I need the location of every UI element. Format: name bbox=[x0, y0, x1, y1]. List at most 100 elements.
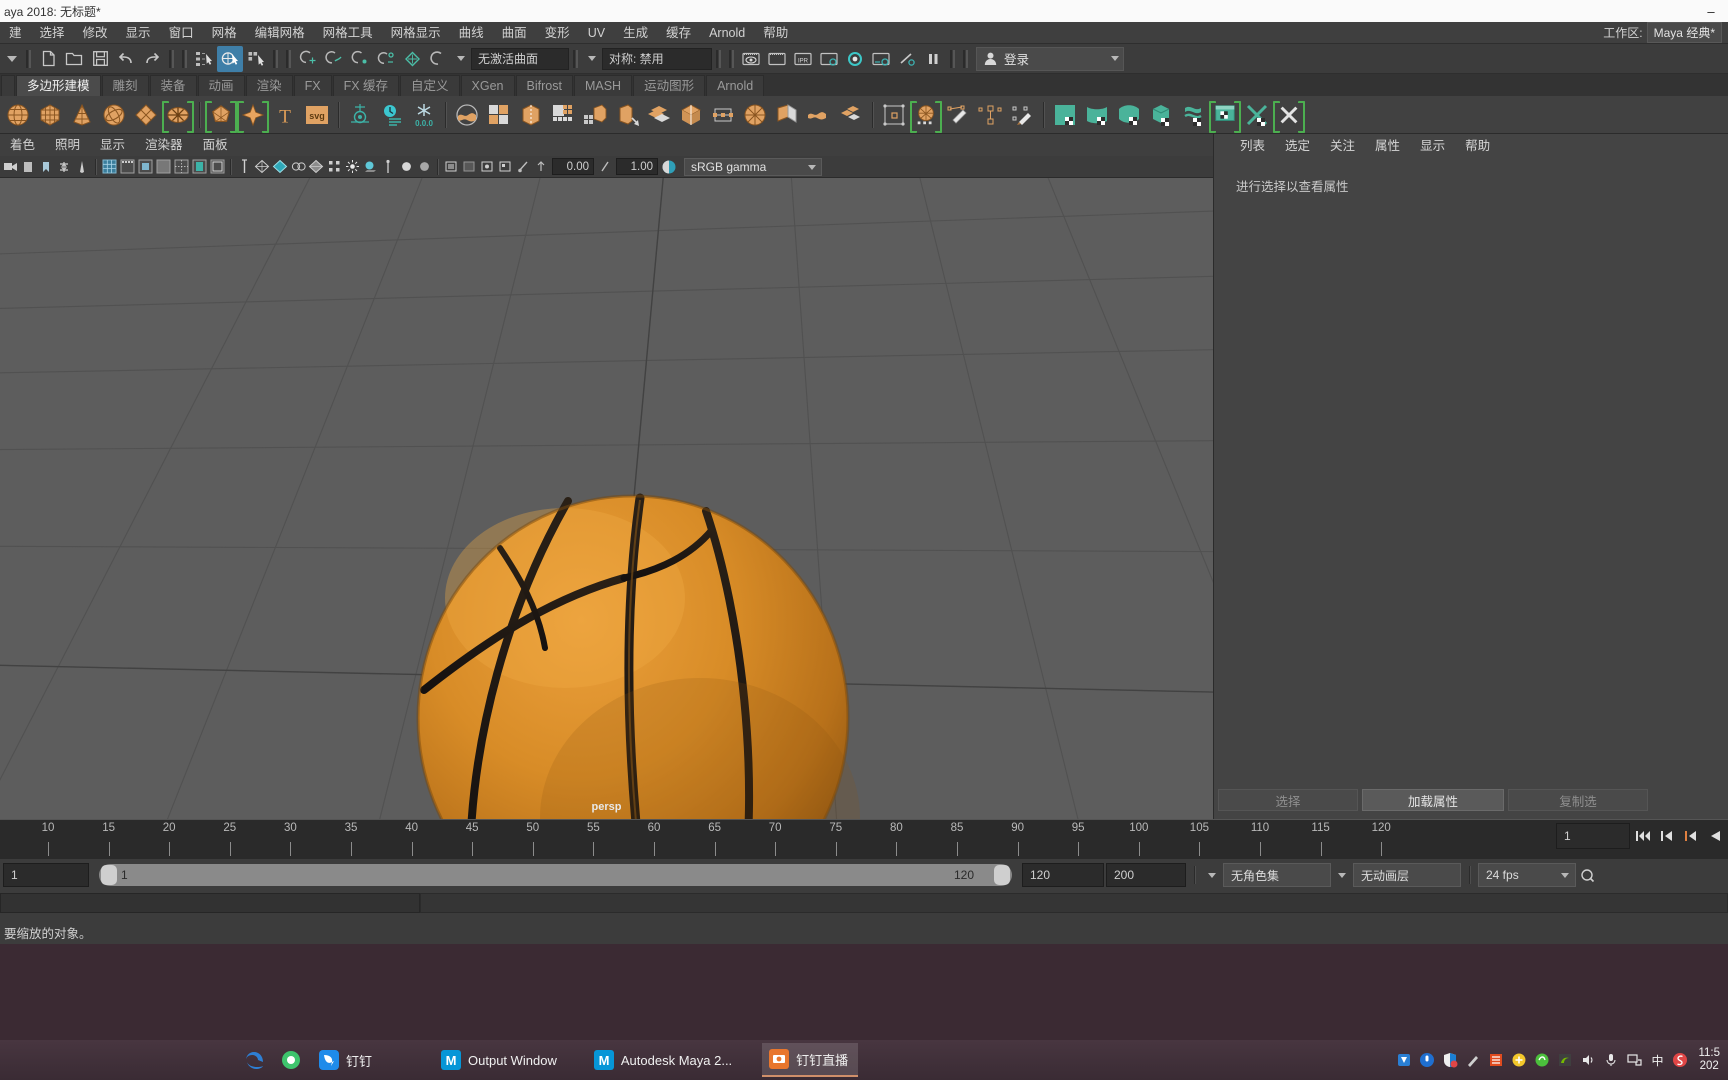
extract-icon[interactable] bbox=[515, 98, 547, 132]
image-plane-icon[interactable] bbox=[55, 157, 73, 177]
gate-mask-icon[interactable] bbox=[154, 157, 172, 177]
range-end-handle[interactable] bbox=[994, 865, 1010, 885]
redo-button[interactable] bbox=[139, 46, 165, 72]
gamma-icon[interactable] bbox=[596, 157, 614, 177]
smooth-shade-icon[interactable] bbox=[271, 157, 289, 177]
append-polygon-icon[interactable] bbox=[707, 98, 739, 132]
copy-tab-button[interactable]: 复制选 bbox=[1508, 789, 1648, 811]
viewport-menu-item[interactable]: 显示 bbox=[90, 134, 135, 156]
shelf-tab[interactable]: Bifrost bbox=[515, 75, 573, 96]
shelf-tab[interactable]: MASH bbox=[573, 75, 633, 96]
anim-layer-dropdown-icon[interactable] bbox=[1333, 863, 1351, 887]
shelf-tab[interactable]: XGen bbox=[460, 75, 515, 96]
gamma-field[interactable]: 1.00 bbox=[616, 158, 658, 175]
shelf-tab[interactable]: 自定义 bbox=[400, 75, 460, 96]
taskbar-app-dingtalk-live[interactable]: 钉钉直播 bbox=[762, 1043, 859, 1077]
poly-prism-icon[interactable] bbox=[205, 98, 237, 133]
field-chart-icon[interactable] bbox=[172, 157, 190, 177]
use-all-lights-icon[interactable] bbox=[343, 157, 361, 177]
anim-layer-combo[interactable]: 无动画层 bbox=[1353, 863, 1461, 887]
xray-joints-icon[interactable] bbox=[478, 157, 496, 177]
range-slider[interactable]: 1 120 bbox=[99, 864, 1012, 886]
taskbar-app-dingtalk[interactable]: 钉钉 bbox=[312, 1043, 382, 1077]
main-menu-item[interactable]: UV bbox=[579, 22, 614, 44]
render-sequence-button[interactable] bbox=[764, 46, 790, 72]
uv-snapshot-icon[interactable] bbox=[1241, 98, 1273, 132]
ao-icon[interactable] bbox=[379, 157, 397, 177]
snap-to-projected-center-button[interactable] bbox=[373, 46, 399, 72]
light-editor-button[interactable] bbox=[894, 46, 920, 72]
wireframe-icon[interactable] bbox=[253, 157, 271, 177]
viewport-3d[interactable]: persp bbox=[0, 178, 1213, 819]
browser-icon[interactable] bbox=[276, 1045, 306, 1075]
select-component-button[interactable] bbox=[243, 46, 269, 72]
menu-set-dropdown-icon[interactable] bbox=[2, 46, 22, 72]
shelf-tab[interactable]: 动画 bbox=[197, 75, 245, 96]
live-surface-field[interactable]: 无激活曲面 bbox=[471, 47, 569, 70]
snap-to-view-plane-button[interactable] bbox=[399, 46, 425, 72]
tray-green-icon[interactable] bbox=[1533, 1051, 1551, 1069]
sign-in-button[interactable]: 登录 bbox=[976, 46, 1125, 71]
uv-unfold-icon[interactable] bbox=[1177, 98, 1209, 132]
motion-blur-icon[interactable] bbox=[397, 157, 415, 177]
poly-wheel-icon[interactable] bbox=[739, 98, 771, 132]
transfer-attributes-icon[interactable] bbox=[974, 98, 1006, 132]
safe-action-icon[interactable] bbox=[190, 157, 208, 177]
minimize-icon[interactable]: – bbox=[1694, 0, 1728, 22]
select-button[interactable]: 选择 bbox=[1218, 789, 1358, 811]
range-start-field[interactable]: 1 bbox=[3, 863, 89, 887]
character-set-combo[interactable]: 无角色集 bbox=[1223, 863, 1331, 887]
shelf-tab[interactable]: 多边形建模 bbox=[16, 75, 101, 96]
uv-planar-icon[interactable] bbox=[1049, 98, 1081, 132]
fps-combo[interactable]: 24 fps bbox=[1478, 863, 1576, 887]
poly-cone-icon[interactable] bbox=[66, 98, 98, 132]
ipr-render-button[interactable]: IPR bbox=[790, 46, 816, 72]
render-setup-button[interactable] bbox=[868, 46, 894, 72]
undo-button[interactable] bbox=[113, 46, 139, 72]
poly-sphere-icon[interactable] bbox=[2, 98, 34, 132]
range-end-field[interactable]: 120 bbox=[1022, 863, 1104, 887]
poly-plane-icon[interactable] bbox=[130, 98, 162, 132]
main-menu-item[interactable]: 编辑网格 bbox=[246, 22, 314, 44]
main-menu-item[interactable]: 生成 bbox=[614, 22, 657, 44]
workspace-value[interactable]: Maya 经典* bbox=[1646, 22, 1722, 43]
hypershade-button[interactable] bbox=[842, 46, 868, 72]
select-hierarchy-button[interactable] bbox=[191, 46, 217, 72]
bridge-icon[interactable] bbox=[675, 98, 707, 132]
save-scene-button[interactable] bbox=[87, 46, 113, 72]
poly-star-icon[interactable] bbox=[237, 98, 269, 133]
color-space-dropdown[interactable]: sRGB gamma bbox=[684, 157, 822, 176]
shelf-tab-overflow[interactable] bbox=[1, 75, 15, 96]
main-menu-item[interactable]: 修改 bbox=[74, 22, 117, 44]
wedge-icon[interactable] bbox=[771, 98, 803, 132]
main-menu-item[interactable]: 显示 bbox=[117, 22, 160, 44]
edge-icon[interactable] bbox=[240, 1045, 270, 1075]
main-menu-item[interactable]: Arnold bbox=[700, 22, 754, 44]
command-input[interactable] bbox=[0, 893, 420, 913]
main-menu-item[interactable]: 网格工具 bbox=[314, 22, 382, 44]
tray-mic-icon[interactable] bbox=[1418, 1051, 1436, 1069]
anim-prefs-icon[interactable] bbox=[1578, 863, 1596, 887]
symmetry-field[interactable]: 对称: 禁用 bbox=[602, 47, 712, 70]
xray-icon[interactable] bbox=[460, 157, 478, 177]
render-view-button[interactable] bbox=[738, 46, 764, 72]
soft-selection-icon[interactable] bbox=[878, 98, 910, 132]
combine-icon[interactable] bbox=[451, 98, 483, 132]
safe-title-icon[interactable] bbox=[208, 157, 226, 177]
tray-snipaste-icon[interactable] bbox=[1671, 1051, 1689, 1069]
main-menu-item[interactable]: 曲线 bbox=[450, 22, 493, 44]
workspace-selector[interactable]: 工作区: Maya 经典* bbox=[1603, 22, 1728, 43]
bookmark-icon[interactable] bbox=[37, 157, 55, 177]
film-gate-icon[interactable] bbox=[118, 157, 136, 177]
duplicate-face-icon[interactable] bbox=[803, 98, 835, 132]
exposure-icon[interactable] bbox=[514, 157, 532, 177]
exposure-arrows-icon[interactable] bbox=[532, 157, 550, 177]
smooth-icon[interactable] bbox=[579, 98, 611, 132]
camera-attributes-icon[interactable] bbox=[19, 157, 37, 177]
time-slider[interactable]: 10 15 20 25 30 35 40 45 50 55 60 65 70 75 80 85 90 95 100 1… bbox=[0, 819, 1728, 859]
viewport-menu-item[interactable]: 照明 bbox=[45, 134, 90, 156]
main-menu-item[interactable]: 变形 bbox=[536, 22, 579, 44]
current-frame-field[interactable]: 1 bbox=[1556, 823, 1630, 849]
multi-cut-icon[interactable] bbox=[835, 98, 867, 132]
make-live-button[interactable] bbox=[425, 46, 451, 72]
